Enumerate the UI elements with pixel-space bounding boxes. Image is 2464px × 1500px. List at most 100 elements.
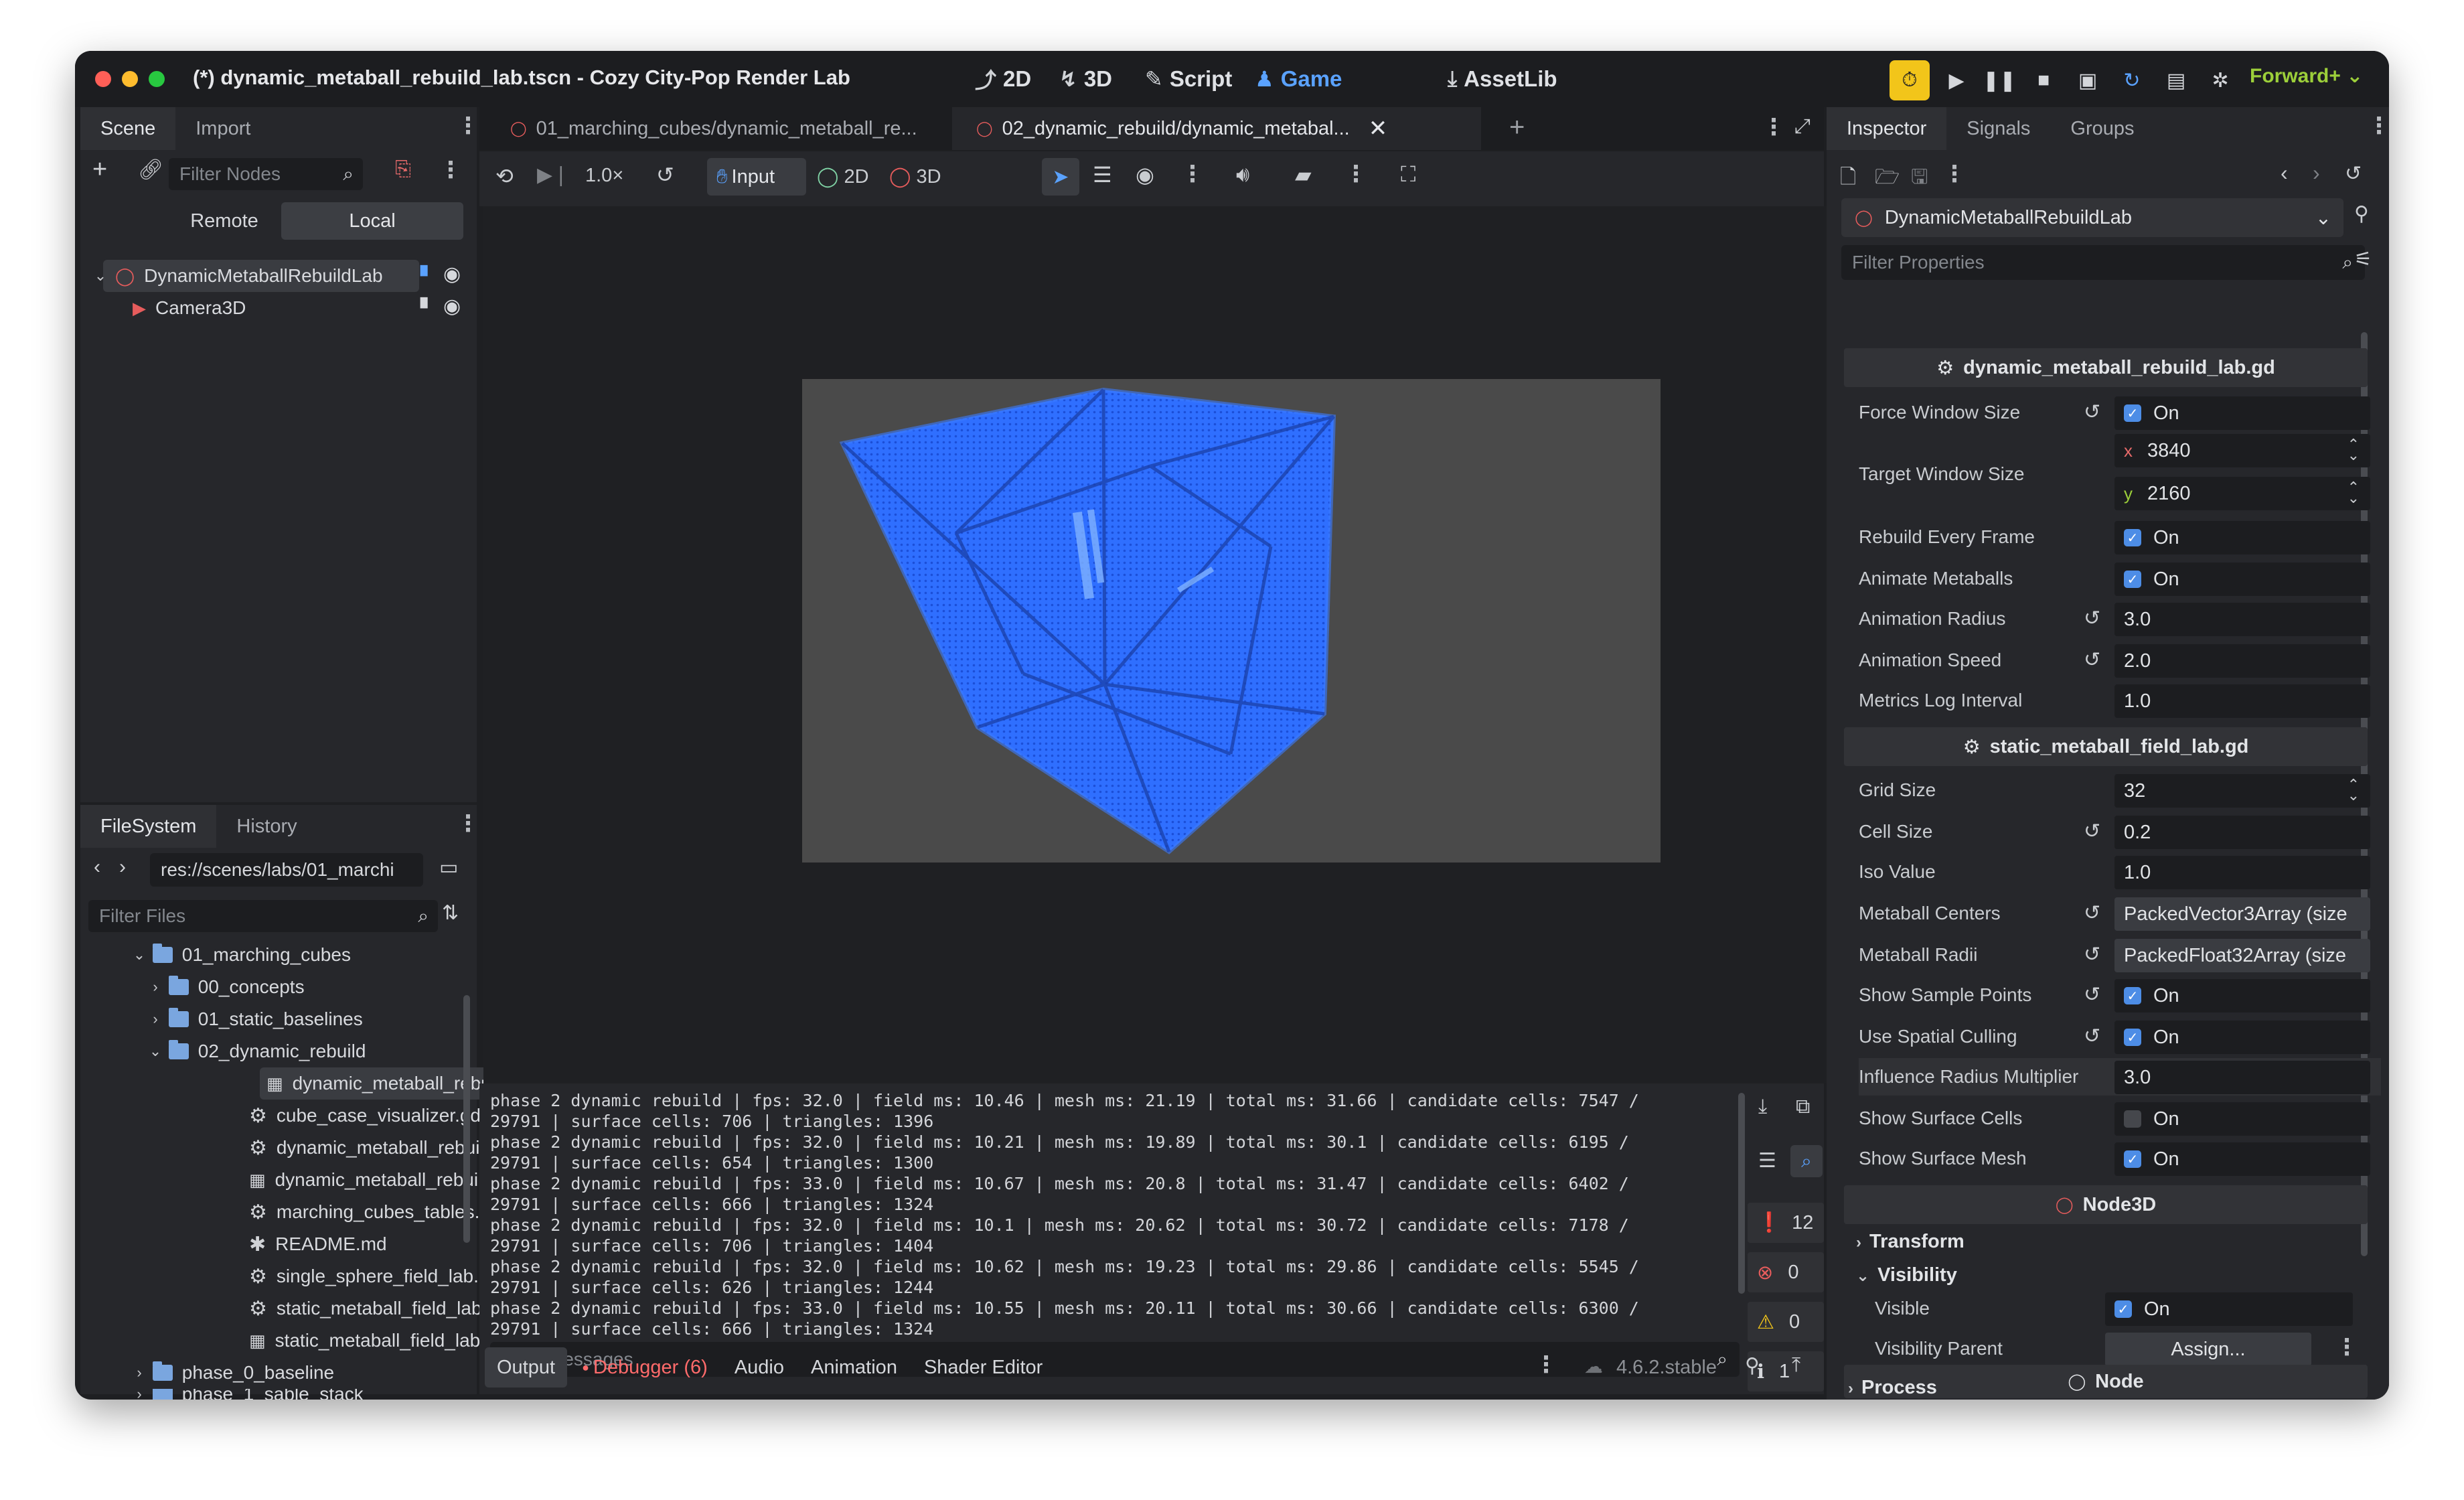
folder-item[interactable]: › 01_static_baselines — [147, 1003, 363, 1035]
file-item[interactable]: ⚙ dynamic_metaball_rebuild... — [249, 1132, 510, 1164]
revert-icon[interactable]: ↺ — [2084, 607, 2100, 630]
back-icon[interactable]: ‹ — [94, 856, 100, 879]
tab-debugger[interactable]: ● Debugger (6) — [582, 1357, 708, 1379]
select-mode-button[interactable]: ➤ — [1042, 158, 1079, 196]
filter-messages-count[interactable]: ❗ 12 — [1748, 1203, 1824, 1243]
copy-down-icon[interactable]: ⤓ — [1758, 1096, 1767, 1118]
folder-item[interactable]: ⌄ 01_marching_cubes — [131, 939, 351, 971]
stop-button[interactable]: ■ — [2023, 60, 2064, 100]
add-tab-icon[interactable]: + — [1509, 112, 1525, 143]
cell-size-input[interactable]: 0.2 — [2114, 816, 2370, 849]
next-frame-icon[interactable]: ▶❘ — [537, 163, 569, 187]
embed-fullscreen-icon[interactable]: ⛶ — [1401, 162, 1415, 188]
animate-metaballs-checkbox[interactable]: ✓ On — [2114, 562, 2370, 596]
filter-nodes-input[interactable]: Filter Nodes ⌕ — [169, 158, 363, 190]
folder-item[interactable]: › phase_1_sable_stack — [131, 1389, 364, 1400]
iso-value-input[interactable]: 1.0 — [2114, 856, 2370, 889]
use-spatial-culling-checkbox[interactable]: ✓ On — [2114, 1021, 2370, 1054]
file-item[interactable]: ⚙ single_sphere_field_lab.gd — [249, 1260, 499, 1292]
game-viewport[interactable] — [483, 206, 1827, 1083]
show-sample-points-checkbox[interactable]: ✓ On — [2114, 979, 2370, 1012]
history-forward-icon[interactable]: › — [2313, 161, 2320, 185]
filesystem-scrollbar[interactable] — [463, 995, 470, 1243]
close-tab-icon[interactable]: ✕ — [1369, 115, 1388, 142]
object-properties-icon[interactable]: ⚲ — [2354, 202, 2369, 226]
grid-size-input[interactable]: 32 ⌃ ⌄ — [2114, 774, 2370, 808]
animation-speed-input[interactable]: 2.0 — [2114, 644, 2370, 678]
metrics-log-interval-input[interactable]: 1.0 — [2114, 684, 2370, 718]
reset-time-icon[interactable]: ↺ — [656, 162, 674, 188]
expand-panel-icon[interactable]: ⤒ — [1792, 1354, 1800, 1377]
history-back-icon[interactable]: ‹ — [2281, 161, 2288, 185]
camera-override-icon[interactable]: ▰ — [1295, 162, 1312, 188]
path-field[interactable]: res://scenes/labs/01_marchi — [150, 853, 423, 887]
tree-node-root[interactable]: ⌄ ◯ DynamicMetaballRebuildLab — [94, 260, 419, 292]
static-script-section-header[interactable]: ⚙ static_metaball_field_lab.gd — [1844, 727, 2368, 766]
filter-warnings-count[interactable]: ⚠ 0 — [1748, 1302, 1824, 1342]
search-toggle-button[interactable]: ⌕ — [1790, 1145, 1823, 1177]
add-node-icon[interactable]: + — [92, 155, 107, 184]
tab-filesystem[interactable]: FileSystem — [80, 805, 217, 848]
visibility-eye-icon[interactable]: ◉ — [1136, 162, 1154, 188]
camera-menu-icon[interactable]: ⋮ — [1344, 161, 1367, 188]
spinner-icon[interactable]: ⌃ ⌄ — [2347, 437, 2360, 463]
open-resource-icon[interactable]: 🗁︎ — [1875, 162, 1900, 196]
revert-icon[interactable]: ↺ — [2084, 901, 2100, 925]
time-scale-select[interactable]: 1.0× — [585, 165, 623, 187]
reload-button[interactable]: ↻ — [2112, 60, 2152, 100]
inspector-menu-icon[interactable]: ⋮ — [2368, 112, 2389, 139]
visibility-eye-icon[interactable]: ◉ — [443, 295, 461, 318]
maximize-window-button[interactable] — [149, 71, 165, 87]
show-surface-mesh-checkbox[interactable]: ✓ On — [2114, 1142, 2370, 1176]
game-render-surface[interactable] — [802, 379, 1661, 862]
file-item[interactable]: ⚙ cube_case_visualizer.gd — [249, 1100, 481, 1132]
node3d-section-header[interactable]: ◯ Node3D — [1844, 1185, 2368, 1224]
history-icon[interactable]: ↺ — [2345, 162, 2362, 185]
workspace-assetlib-button[interactable]: ⤓ AssetLib — [1448, 64, 1557, 94]
version-label[interactable]: 4.6.2.stable — [1616, 1357, 1717, 1379]
spinner-icon[interactable]: ⌃ ⌄ — [2347, 777, 2360, 803]
remote-debug-button[interactable]: ▣ — [2068, 60, 2108, 100]
scene-menu-icon[interactable]: ⋮ — [439, 157, 462, 183]
property-filter-options-icon[interactable]: ⚟ — [2354, 248, 2372, 271]
assign-button[interactable]: Assign... — [2105, 1333, 2311, 1366]
revert-icon[interactable]: ↺ — [2084, 983, 2100, 1006]
select-menu-icon[interactable]: ⋮ — [1181, 161, 1204, 188]
tab-import[interactable]: Import — [175, 107, 271, 150]
visibility-eye-icon[interactable]: ◉ — [443, 262, 461, 286]
visibility-parent-menu-icon[interactable]: ⋮ — [2335, 1334, 2358, 1361]
movie-maker-button[interactable]: ⏱ — [1890, 60, 1930, 100]
distraction-free-icon[interactable]: ⤢ — [1794, 115, 1811, 138]
list-select-icon[interactable]: ☰ — [1093, 162, 1112, 188]
tab-groups[interactable]: Groups — [2050, 107, 2154, 150]
close-window-button[interactable] — [95, 71, 111, 87]
metaball-centers-button[interactable]: PackedVector3Array (size — [2114, 897, 2370, 931]
mode-2d-button[interactable]: ◯ 2D — [817, 165, 869, 188]
target-window-y-input[interactable]: y 2160 ⌃ ⌄ — [2114, 477, 2370, 510]
force-window-size-checkbox[interactable]: ✓ On — [2114, 396, 2370, 430]
show-surface-cells-checkbox[interactable]: ✓On — [2114, 1102, 2370, 1136]
node-selector[interactable]: ◯ DynamicMetaballRebuildLab ⌄ — [1841, 198, 2343, 237]
split-view-icon[interactable]: ▭ — [439, 856, 458, 879]
tab-history[interactable]: History — [216, 805, 317, 848]
speaker-icon[interactable]: 🔊︎ — [1236, 162, 1249, 188]
scene-tab-2[interactable]: ◯ 02_dynamic_rebuild/dynamic_metabal... … — [952, 107, 1481, 150]
new-resource-icon[interactable]: 🗋︎ — [1840, 162, 1856, 196]
filter-files-input[interactable]: Filter Files ⌕ — [88, 900, 438, 932]
resource-menu-icon[interactable]: ⋮ — [1943, 161, 1966, 188]
tab-audio[interactable]: Audio — [735, 1357, 784, 1379]
folder-item[interactable]: › phase_0_baseline — [131, 1357, 334, 1389]
scene-tab-1[interactable]: ◯ 01_marching_cubes/dynamic_metaball_re.… — [483, 107, 952, 150]
visibility-group[interactable]: ⌄ Visibility — [1856, 1264, 1957, 1286]
play-button[interactable]: ▶ — [1936, 60, 1977, 100]
collapse-icon[interactable]: ☰ — [1758, 1149, 1776, 1173]
process-group[interactable]: › Process — [1848, 1377, 1937, 1399]
revert-icon[interactable]: ↺ — [2084, 1025, 2100, 1048]
visible-checkbox[interactable]: ✓ On — [2105, 1292, 2353, 1326]
sort-icon[interactable]: ⇅ — [442, 901, 459, 925]
script-attached-icon[interactable]: ▘ — [420, 265, 435, 287]
bottom-panel-menu-icon[interactable]: ⋮ — [1535, 1351, 1557, 1378]
workspace-script-button[interactable]: ✎ Script — [1145, 64, 1232, 94]
script-section-header[interactable]: ⚙ dynamic_metaball_rebuild_lab.gd — [1844, 348, 2368, 387]
mode-3d-button[interactable]: ◯ 3D — [889, 165, 941, 188]
